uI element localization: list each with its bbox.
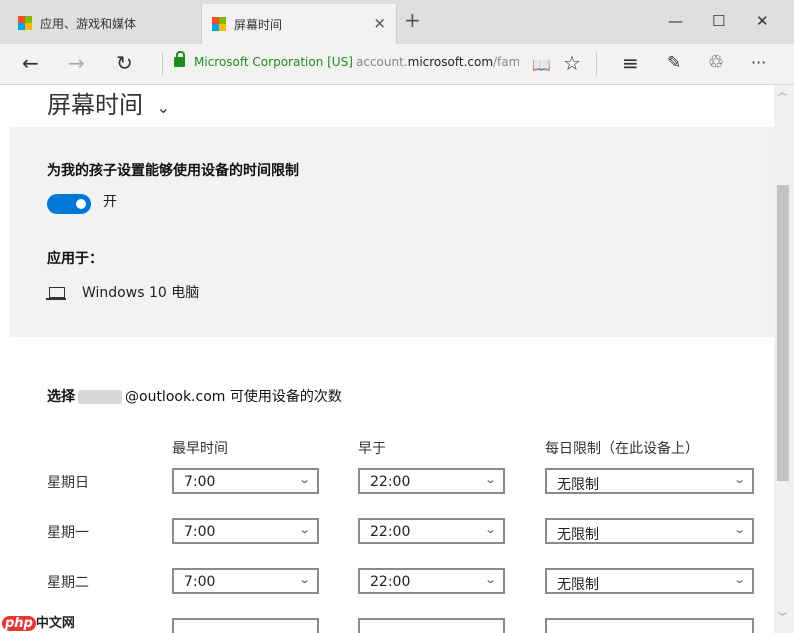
watermark-text: 中文网 [35,616,75,631]
hub-icon[interactable]: ≡ [622,51,639,75]
url-prefix: account. [356,55,408,69]
earliest-time-select[interactable]: 7:00 ⌄ [172,468,319,494]
laptop-icon [46,287,66,300]
certificate-label[interactable]: Microsoft Corporation [US] [194,55,353,69]
navigation-bar: ← → ↻ Microsoft Corporation [US] account… [0,44,794,85]
earliest-time-select[interactable] [172,618,319,633]
limit-heading: 为我的孩子设置能够使用设备的时间限制 [47,163,299,179]
maximize-button[interactable]: ☐ [712,12,725,30]
chevron-down-icon: ⌄ [732,473,746,486]
schedule-heading-prefix: 选择 [47,389,75,405]
chevron-down-icon: ⌄ [732,573,746,586]
close-tab-icon[interactable]: × [373,14,386,32]
select-value: 无限制 [557,477,599,493]
select-value: 22:00 [370,574,411,590]
divider [596,52,597,76]
select-value: 无限制 [557,577,599,593]
select-value: 7:00 [184,474,216,490]
day-label: 星期二 [47,575,89,591]
column-header-before: 早于 [358,441,386,457]
web-note-icon[interactable]: ✎ [667,51,681,75]
daily-limit-select[interactable] [545,618,754,633]
chevron-down-icon: ⌄ [483,473,497,486]
minimize-button[interactable]: — [668,12,683,30]
schedule-heading-suffix: @outlook.com 可使用设备的次数 [125,389,342,405]
select-value: 7:00 [184,574,216,590]
daily-limit-select[interactable]: 无限制 ⌄ [545,568,754,594]
tab-label: 屏幕时间 [234,17,283,32]
chevron-down-icon: ⌄ [483,573,497,586]
daily-limit-select[interactable]: 无限制 ⌄ [545,518,754,544]
tab-bar: 应用、游戏和媒体 屏幕时间 × + — ☐ ✕ [0,0,794,44]
select-value: 无限制 [557,527,599,543]
chevron-down-icon: ⌄ [732,523,746,536]
before-time-select[interactable]: 22:00 ⌄ [358,468,505,494]
schedule-heading: 选择 @outlook.com 可使用设备的次数 [47,386,342,406]
scroll-up-icon[interactable]: ︿ [778,85,787,98]
close-window-button[interactable]: ✕ [756,12,769,30]
select-value: 22:00 [370,474,411,490]
scroll-down-icon[interactable]: ﹀ [778,610,787,623]
page-title[interactable]: 屏幕时间 ⌄ [47,85,170,120]
earliest-time-select[interactable]: 7:00 ⌄ [172,518,319,544]
share-icon[interactable]: ♲ [708,51,724,75]
favorite-star-icon[interactable]: ☆ [563,51,581,75]
apply-heading: 应用于： [47,251,103,267]
settings-panel [10,127,774,337]
windows-logo-icon [18,16,32,30]
address-bar[interactable]: account.microsoft.com/family [356,55,519,69]
before-time-select[interactable]: 22:00 ⌄ [358,568,505,594]
select-value: 22:00 [370,524,411,540]
windows-logo-icon [212,17,226,31]
earliest-time-select[interactable]: 7:00 ⌄ [172,568,319,594]
toggle-label: 开 [103,194,117,210]
column-header-daily-limit: 每日限制（在此设备上） [545,441,699,457]
tab-label: 应用、游戏和媒体 [40,16,137,31]
page-content: 屏幕时间 ⌄ 为我的孩子设置能够使用设备的时间限制 开 应用于： Windows… [10,85,774,633]
page-title-text: 屏幕时间 [47,91,143,119]
tab-apps-games-media[interactable]: 应用、游戏和媒体 [8,6,198,40]
select-value: 7:00 [184,524,216,540]
chevron-down-icon: ⌄ [156,98,171,117]
device-name: Windows 10 电脑 [82,285,200,301]
lock-icon[interactable] [174,51,185,67]
watermark: php 中文网 [2,612,75,631]
more-icon[interactable]: ··· [751,51,766,75]
column-header-earliest: 最早时间 [172,441,228,457]
blurred-username [78,390,122,404]
chevron-down-icon: ⌄ [483,523,497,536]
chevron-down-icon: ⌄ [297,573,311,586]
chevron-down-icon: ⌄ [297,523,311,536]
back-button[interactable]: ← [22,51,39,75]
scrollbar[interactable]: ︿ ﹀ [774,85,794,633]
tab-screen-time[interactable]: 屏幕时间 × [201,4,397,44]
before-time-select[interactable]: 22:00 ⌄ [358,518,505,544]
daily-limit-select[interactable]: 无限制 ⌄ [545,468,754,494]
watermark-logo: php [2,616,36,631]
day-label: 星期一 [47,525,89,541]
scrollbar-thumb[interactable] [777,185,789,481]
day-label: 星期日 [47,475,89,491]
url-domain: microsoft.com [407,55,494,69]
limit-toggle[interactable] [47,194,91,214]
url-path: /family [493,55,519,69]
chevron-down-icon: ⌄ [297,473,311,486]
refresh-button[interactable]: ↻ [116,51,133,75]
divider [162,52,163,76]
reading-view-icon[interactable]: 📖 [532,53,551,77]
new-tab-button[interactable]: + [404,10,421,30]
before-time-select[interactable] [358,618,505,633]
forward-button[interactable]: → [68,51,85,75]
